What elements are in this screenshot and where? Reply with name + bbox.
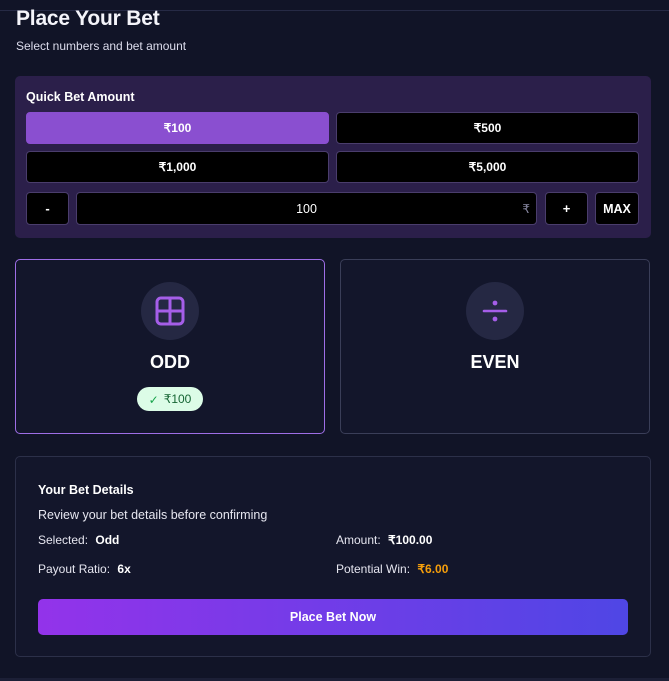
amount-1000-button[interactable]: ₹1,000 bbox=[26, 151, 329, 183]
amount-500-button[interactable]: ₹500 bbox=[336, 112, 639, 144]
potential-win-value: ₹6.00 bbox=[417, 562, 449, 576]
amount-detail-label: Amount: bbox=[336, 533, 381, 547]
divide-icon bbox=[482, 300, 508, 322]
bet-details-panel: Your Bet Details Review your bet details… bbox=[15, 456, 651, 657]
even-icon-circle bbox=[466, 282, 524, 340]
increase-amount-button[interactable]: + bbox=[545, 192, 588, 225]
odd-label: ODD bbox=[150, 352, 190, 372]
amount-detail: Amount: ₹100.00 bbox=[336, 533, 432, 547]
decrease-amount-button[interactable]: - bbox=[26, 192, 69, 225]
place-bet-button[interactable]: Place Bet Now bbox=[38, 599, 628, 635]
page-title: Place Your Bet bbox=[16, 7, 160, 30]
check-icon: ✓ bbox=[148, 393, 159, 407]
selected-detail-value: Odd bbox=[95, 533, 120, 547]
bet-details-title: Your Bet Details bbox=[38, 483, 134, 497]
odd-icon-circle bbox=[141, 282, 199, 340]
quick-bet-title: Quick Bet Amount bbox=[26, 90, 135, 104]
amount-5000-button[interactable]: ₹5,000 bbox=[336, 151, 639, 183]
quick-bet-panel: Quick Bet Amount ₹100 ₹500 ₹1,000 ₹5,000… bbox=[15, 76, 651, 238]
selected-detail: Selected: Odd bbox=[38, 533, 119, 547]
amount-detail-value: ₹100.00 bbox=[388, 533, 433, 547]
grid-icon bbox=[155, 296, 185, 326]
rupee-icon: ₹ bbox=[522, 202, 530, 216]
selected-detail-label: Selected: bbox=[38, 533, 89, 547]
payout-detail: Payout Ratio: 6x bbox=[38, 562, 131, 576]
payout-detail-value: 6x bbox=[117, 562, 131, 576]
selected-amount-badge: ✓ ₹100 bbox=[137, 387, 203, 411]
bet-amount-field: ₹ bbox=[76, 192, 537, 225]
even-choice-card[interactable]: EVEN bbox=[340, 259, 650, 434]
odd-choice-card[interactable]: ODD ✓ ₹100 bbox=[15, 259, 325, 434]
selected-amount-text: ₹100 bbox=[163, 392, 192, 406]
bet-amount-input[interactable] bbox=[77, 193, 536, 224]
max-amount-button[interactable]: MAX bbox=[595, 192, 639, 225]
potential-win-detail: Potential Win: ₹6.00 bbox=[336, 562, 448, 576]
amount-100-button[interactable]: ₹100 bbox=[26, 112, 329, 144]
even-label: EVEN bbox=[470, 352, 520, 372]
payout-detail-label: Payout Ratio: bbox=[38, 562, 111, 576]
potential-win-label: Potential Win: bbox=[336, 562, 411, 576]
bet-details-subtitle: Review your bet details before confirmin… bbox=[38, 508, 268, 522]
page-subtitle: Select numbers and bet amount bbox=[16, 39, 187, 53]
